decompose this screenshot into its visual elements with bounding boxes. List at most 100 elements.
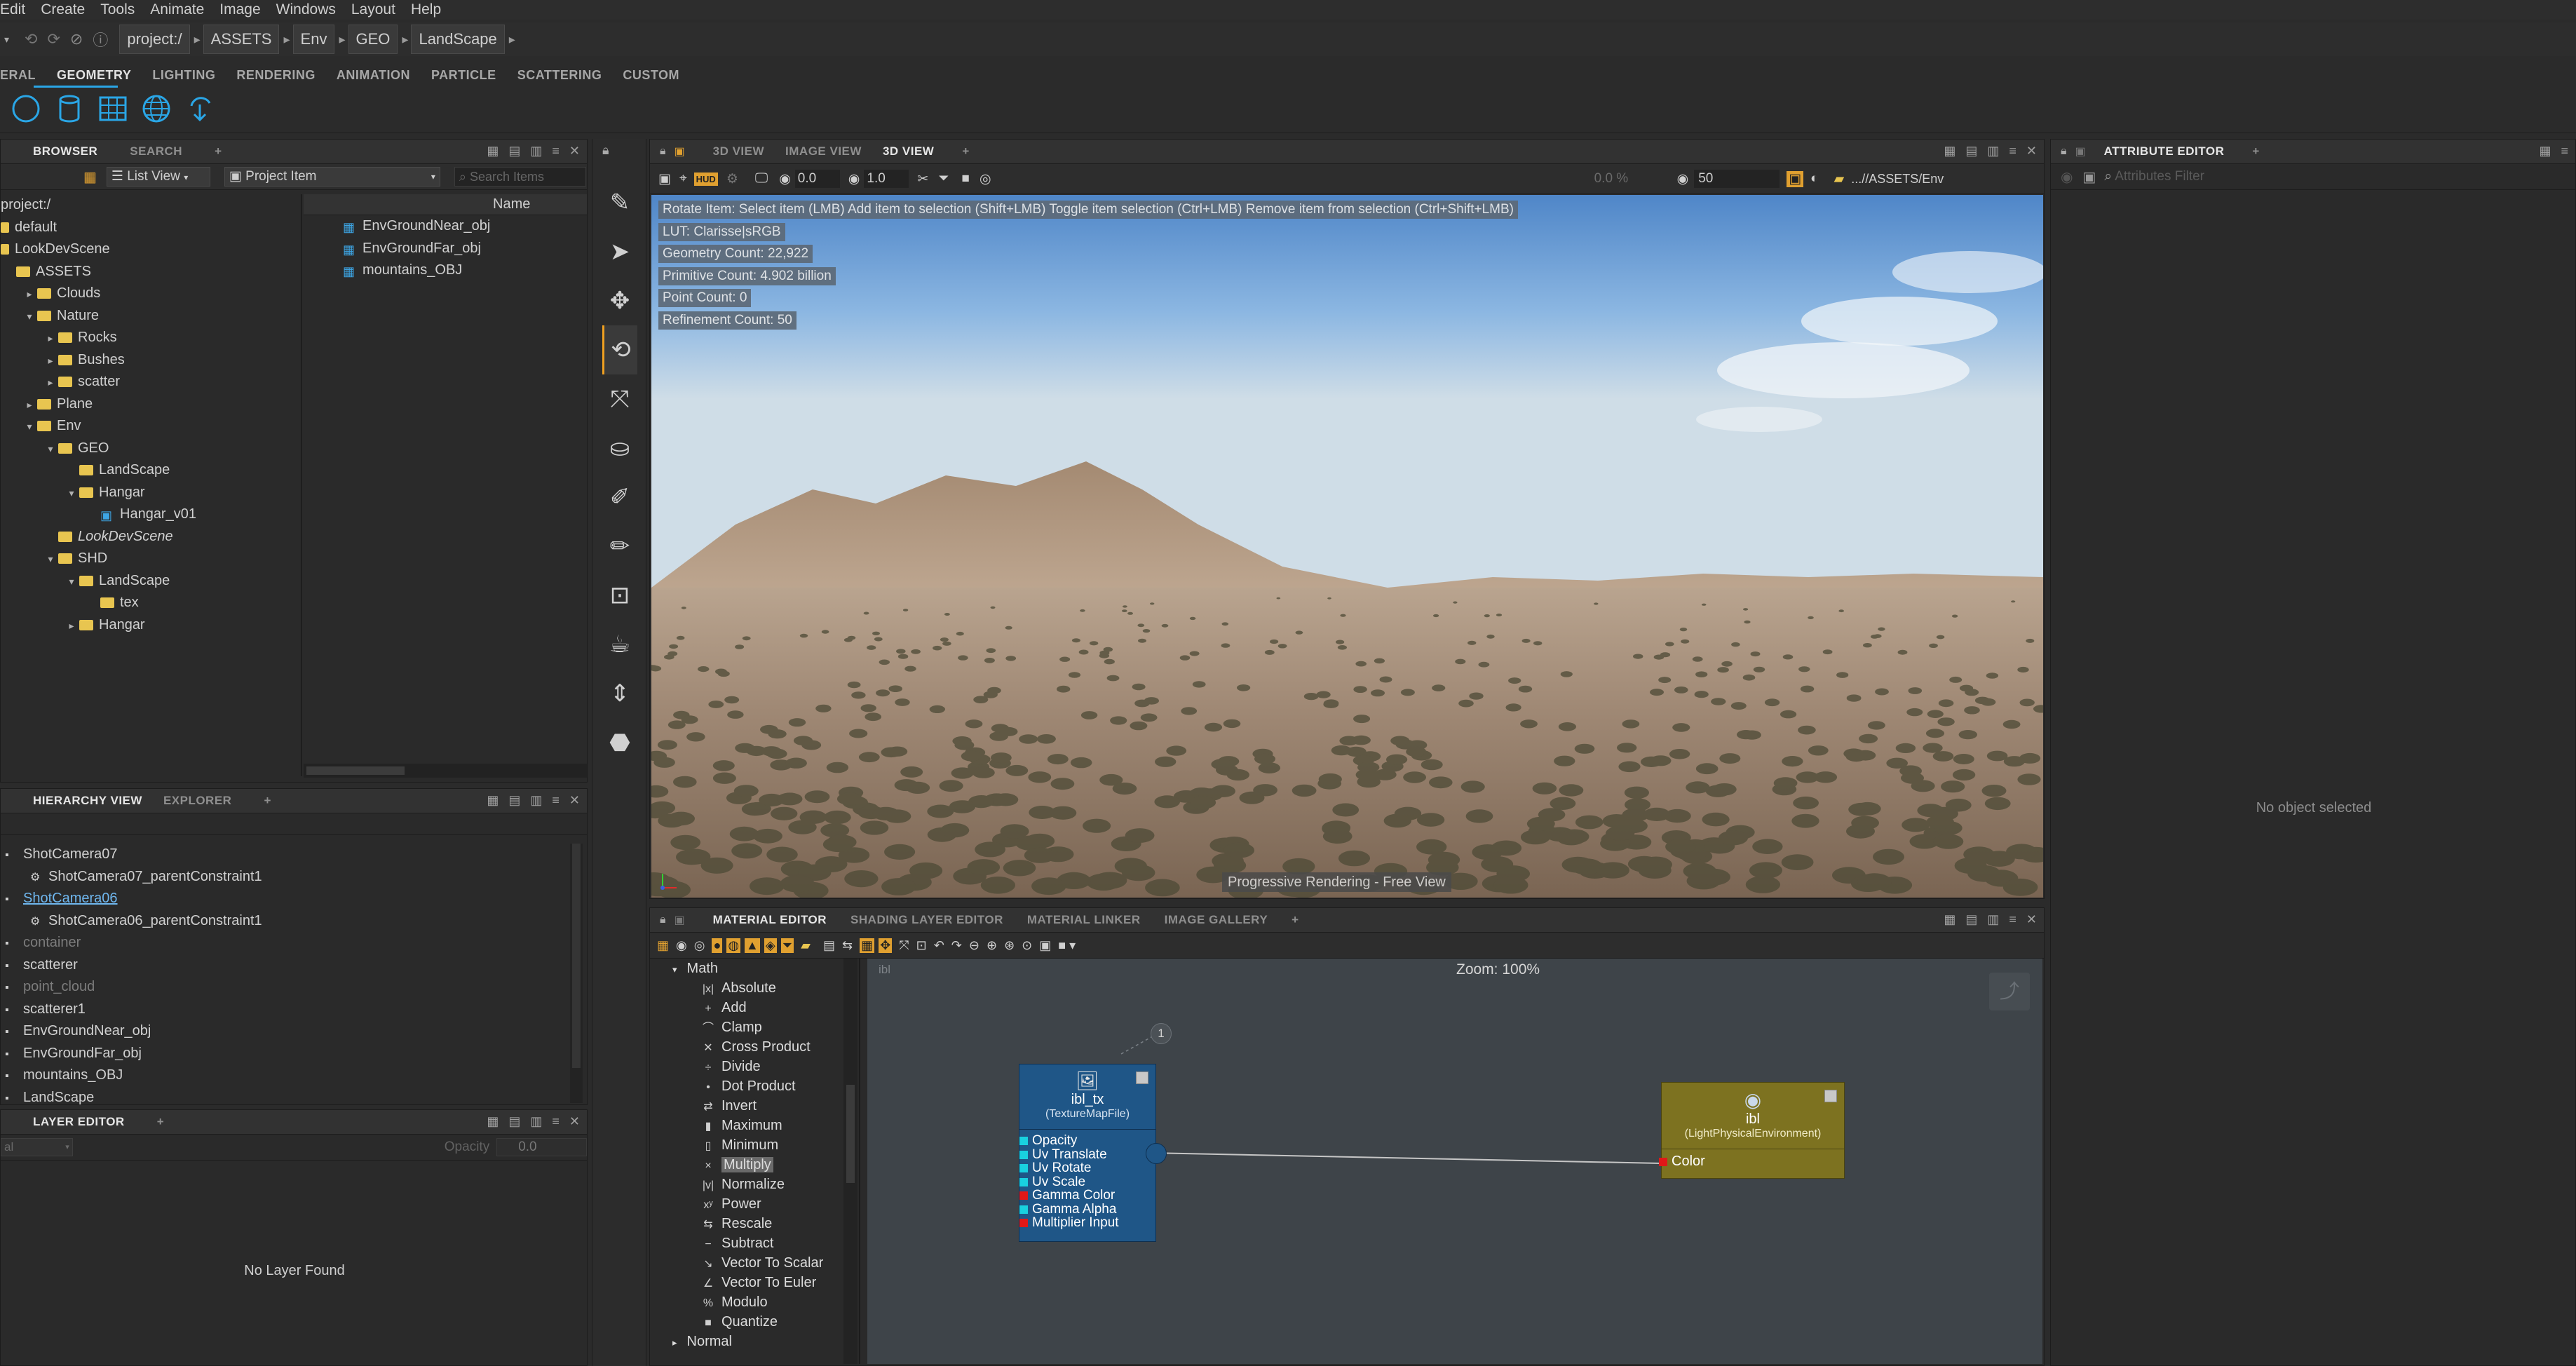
scrollbar-thumb[interactable] — [572, 844, 581, 1068]
tree-item[interactable]: project:/ — [1, 194, 301, 217]
shelf-tab-geometry[interactable]: GEOMETRY — [57, 68, 131, 83]
chevron-down-icon[interactable]: ▾ — [22, 416, 37, 438]
tree-item[interactable]: ▸ scatter — [1, 371, 301, 393]
palette-group-normal[interactable]: ▸ Normal — [672, 1332, 859, 1351]
tree-item[interactable]: LandScape — [1, 459, 301, 482]
tree-item[interactable]: ASSETS — [1, 261, 301, 283]
node-port[interactable]: Uv Translate — [1019, 1147, 1155, 1162]
toolbar-icon-b[interactable]: ◉ — [676, 938, 687, 953]
node-port[interactable]: Gamma Color — [1019, 1189, 1155, 1203]
samples-icon[interactable]: ◉ — [1677, 171, 1689, 187]
filter-select[interactable]: ▣ Project Item ▾ — [224, 167, 440, 187]
stamp-icon[interactable]: ⛀ — [602, 424, 637, 473]
scrollbar-thumb[interactable] — [846, 1085, 855, 1183]
edit-icon[interactable]: ✏ — [602, 522, 637, 571]
tab-image-view[interactable]: IMAGE VIEW — [785, 144, 862, 158]
panel-icon[interactable]: ▣ — [674, 144, 685, 158]
tab-3d-view[interactable]: 3D VIEW — [713, 144, 764, 158]
breadcrumb-geo[interactable]: GEO — [348, 25, 398, 54]
tree-item[interactable]: ▸ Plane — [1, 393, 301, 416]
tree-item[interactable]: ▾ SHD — [1, 548, 301, 570]
tab-attribute-editor[interactable]: ATTRIBUTE EDITOR — [2104, 144, 2225, 158]
chevron-right-icon[interactable]: ▸ — [43, 372, 58, 394]
node-toggle[interactable] — [1824, 1090, 1837, 1102]
panel-icon[interactable]: ▣ — [2075, 144, 2086, 158]
visibility-icon[interactable]: ◉ — [779, 171, 791, 187]
hierarchy-item[interactable]: ⚙ ShotCamera06_parentConstraint1 — [1, 910, 569, 933]
visibility-icon[interactable]: ◉ — [2061, 168, 2073, 186]
hierarchy-item[interactable]: ▪ container — [1, 932, 569, 954]
palette-item[interactable]: ⇄ Invert — [672, 1096, 859, 1116]
path-field[interactable]: ...//ASSETS/Env — [1851, 172, 1963, 187]
tab-layer-editor[interactable]: LAYER EDITOR — [33, 1115, 125, 1129]
target-icon[interactable]: ⌖ — [679, 171, 687, 187]
node-port[interactable]: Uv Scale — [1019, 1175, 1155, 1189]
tab-browser[interactable]: BROWSER — [33, 144, 97, 158]
palette-item[interactable]: + Add — [672, 998, 859, 1017]
node-canvas[interactable]: ibl Zoom: 100% ⤴ 1 🖼︎ ibl_tx (TextureMap… — [867, 959, 2042, 1364]
hierarchy-item[interactable]: ▪ ShotCamera07 — [1, 844, 569, 866]
node-toggle[interactable] — [1136, 1071, 1148, 1084]
tree-item[interactable]: ▣ Hangar_v01 — [1, 503, 301, 526]
menu-help[interactable]: Help — [411, 1, 441, 18]
menu-icon[interactable]: ≡ — [552, 1114, 560, 1128]
tab-explorer[interactable]: EXPLORER — [163, 794, 232, 808]
hierarchy-item[interactable]: ▪ mountains_OBJ — [1, 1064, 569, 1087]
toolbar-icon-p[interactable]: ▣ — [1039, 938, 1051, 953]
toolbar-icon-i[interactable]: ⊡ — [916, 938, 927, 953]
stop-icon[interactable]: ⊘ — [70, 30, 83, 48]
hud-icon[interactable]: HUD — [693, 172, 718, 186]
menu-tools[interactable]: Tools — [100, 1, 135, 18]
palette-item[interactable]: ✕ Cross Product — [672, 1037, 859, 1057]
viewport-render[interactable]: Rotate Item: Select item (LMB) Add item … — [651, 195, 2043, 898]
toolbar-icon-j[interactable]: ↶ — [934, 938, 944, 953]
palette-item[interactable]: ↘ Vector To Scalar — [672, 1253, 859, 1273]
layout-icon[interactable]: ▦ — [487, 1114, 499, 1128]
field-b-input[interactable]: 1.0 — [864, 170, 909, 188]
cylinder-icon[interactable] — [52, 93, 87, 128]
toolbar-icon-f[interactable]: ▦ — [860, 938, 875, 953]
split-vertical-icon[interactable]: ▥ — [530, 144, 542, 158]
chevron-down-icon[interactable]: ▾ — [43, 438, 58, 461]
breadcrumb-landscape[interactable]: LandScape — [411, 25, 505, 54]
shelf-tab-particle[interactable]: PARTICLE — [431, 68, 496, 83]
add-tab-button[interactable]: + — [2252, 144, 2259, 158]
palette-group-math[interactable]: ▾ Math — [672, 959, 859, 978]
list-mode-icon[interactable]: ▦ — [83, 168, 97, 186]
vertical-scrollbar[interactable] — [570, 844, 583, 1103]
chevron-right-icon[interactable]: ▸ — [22, 283, 37, 306]
tone-icon[interactable]: ◐ — [1810, 171, 1818, 187]
teapot-icon[interactable]: ☕︎ — [602, 620, 637, 669]
samples-field[interactable]: 50 — [1694, 170, 1780, 188]
node-light-icon[interactable]: ◈ — [764, 938, 777, 953]
layout-icon[interactable]: ▦ — [487, 144, 499, 158]
folder-icon[interactable]: ▰ — [801, 938, 811, 953]
lock-icon[interactable]: 🔒︎ — [592, 139, 646, 163]
palette-item[interactable]: xʸ Power — [672, 1194, 859, 1214]
tree-item[interactable]: ▾ GEO — [1, 438, 301, 460]
close-icon[interactable]: ✕ — [2026, 912, 2037, 926]
palette-item[interactable]: ⇆ Rescale — [672, 1214, 859, 1233]
tab-search[interactable]: SEARCH — [130, 144, 182, 158]
chevron-down-icon[interactable]: ▾ — [64, 571, 79, 593]
column-name-header[interactable]: Name — [493, 196, 530, 212]
add-tab-button[interactable]: + — [1292, 913, 1299, 927]
split-vertical-icon[interactable]: ▥ — [530, 793, 542, 807]
palette-item[interactable]: ■ Quantize — [672, 1312, 859, 1332]
split-horizontal-icon[interactable]: ▤ — [1965, 144, 1977, 158]
chevron-right-icon[interactable]: ▸ — [43, 350, 58, 372]
list-item[interactable]: ▦ EnvGroundNear_obj — [304, 215, 587, 238]
palette-item[interactable]: |x| Absolute — [672, 978, 859, 998]
palette-item[interactable]: ▯ Minimum — [672, 1135, 859, 1155]
pin-icon[interactable]: ▣ — [2082, 168, 2096, 186]
menu-create[interactable]: Create — [41, 1, 85, 18]
back-icon[interactable]: ⟲ — [25, 30, 37, 48]
scale-icon[interactable]: ⤧ — [602, 374, 637, 424]
tree-item[interactable]: ▾ LandScape — [1, 570, 301, 593]
select-arrow-icon[interactable]: ➤ — [602, 227, 637, 276]
split-vertical-icon[interactable]: ▥ — [530, 1114, 542, 1128]
palette-item[interactable]: • Dot Product — [672, 1076, 859, 1096]
chevron-down-icon[interactable]: ▾ — [43, 548, 58, 571]
add-tab-button[interactable]: + — [215, 144, 222, 158]
toolbar-icon-g[interactable]: ✥ — [879, 938, 893, 953]
